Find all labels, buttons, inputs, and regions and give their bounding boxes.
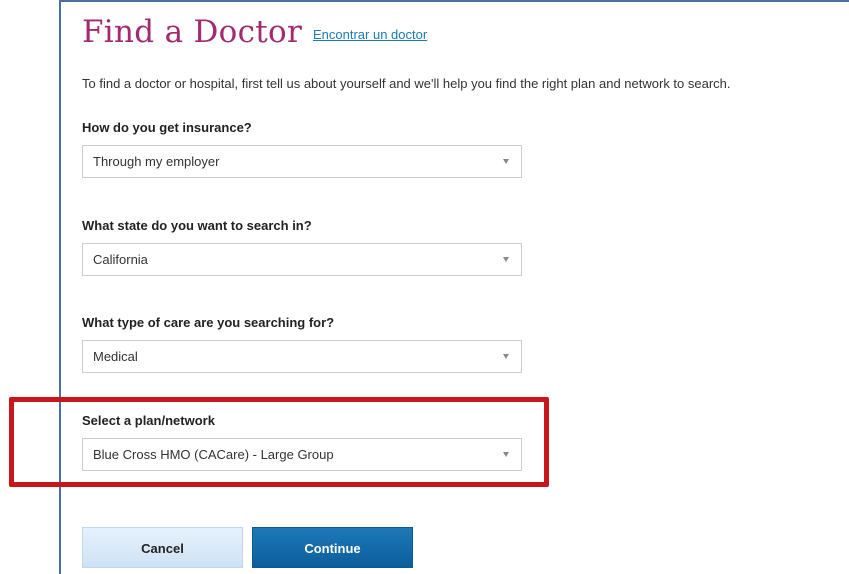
intro-text: To find a doctor or hospital, first tell… — [82, 76, 731, 91]
state-question-label: What state do you want to search in? — [82, 218, 312, 233]
continue-button[interactable]: Continue — [252, 527, 413, 568]
top-border — [59, 0, 849, 2]
cancel-button[interactable]: Cancel — [82, 527, 243, 568]
chevron-down-icon — [503, 452, 509, 457]
state-select[interactable]: California — [82, 243, 522, 276]
left-border — [59, 0, 61, 574]
insurance-question-label: How do you get insurance? — [82, 120, 252, 135]
find-a-doctor-page: Find a Doctor Encontrar un doctor To fin… — [0, 0, 849, 574]
state-select-value: California — [93, 252, 148, 267]
chevron-down-icon — [503, 257, 509, 262]
chevron-down-icon — [503, 354, 509, 359]
plan-question-label: Select a plan/network — [82, 413, 215, 428]
plan-select-value: Blue Cross HMO (CACare) - Large Group — [93, 447, 334, 462]
plan-select[interactable]: Blue Cross HMO (CACare) - Large Group — [82, 438, 522, 471]
chevron-down-icon — [503, 159, 509, 164]
spanish-language-link[interactable]: Encontrar un doctor — [313, 27, 427, 42]
care-type-question-label: What type of care are you searching for? — [82, 315, 335, 330]
care-type-select[interactable]: Medical — [82, 340, 522, 373]
insurance-select-value: Through my employer — [93, 154, 220, 169]
insurance-select[interactable]: Through my employer — [82, 145, 522, 178]
care-type-select-value: Medical — [93, 349, 138, 364]
page-title: Find a Doctor — [82, 14, 303, 50]
